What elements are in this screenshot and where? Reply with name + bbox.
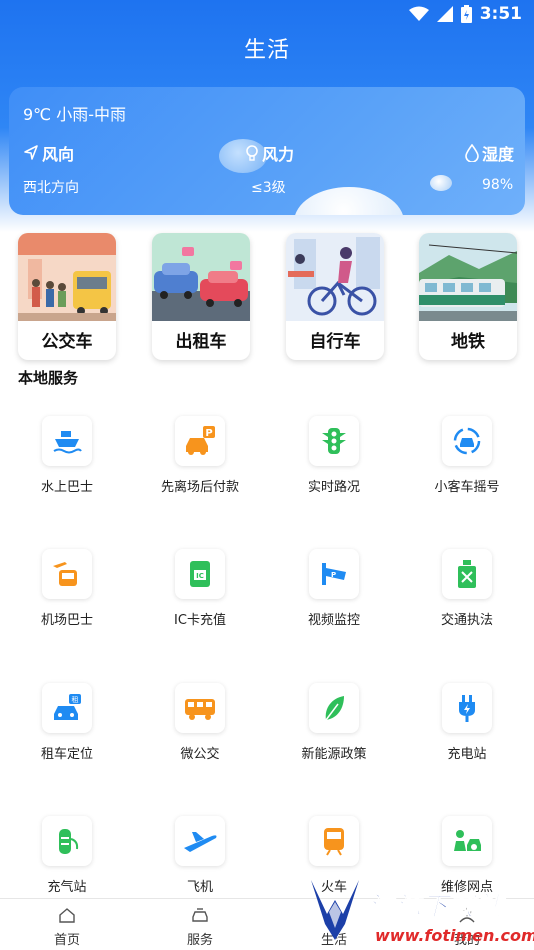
- service-label: 交通执法: [440, 613, 493, 628]
- camera-icon: P: [322, 563, 346, 585]
- service-item[interactable]: 新能源政策: [279, 683, 389, 762]
- service-item[interactable]: IC IC卡充值: [145, 549, 255, 628]
- service-label: 机场巴士: [40, 613, 93, 628]
- service-item[interactable]: 飞机: [145, 816, 255, 895]
- service-item[interactable]: 水上巴士: [12, 416, 122, 495]
- service-item[interactable]: 实时路况: [279, 416, 389, 495]
- ic-card-icon: IC: [190, 561, 210, 587]
- wind-power: 风力: [245, 141, 294, 165]
- service-label: IC卡充值: [174, 613, 226, 628]
- battery-icon: [460, 5, 472, 23]
- weather-card: 9℃ 小雨-中雨 风向 风力 湿度 西北方向 ≤3级 98%: [9, 87, 525, 215]
- service-label: 新能源政策: [301, 747, 367, 762]
- service-label: 先离场后付款: [160, 480, 239, 495]
- service-label: 充气站: [47, 880, 87, 895]
- water-drop-icon: [465, 144, 479, 162]
- decor-bubble: [430, 175, 452, 191]
- charging-plug-icon: [459, 695, 475, 722]
- service-car-icon: [192, 908, 208, 922]
- humidity-value: 98%: [482, 177, 514, 193]
- airplane-icon: [184, 832, 217, 852]
- svg-text:IC: IC: [196, 572, 204, 580]
- watermark-logo-icon: [311, 880, 359, 940]
- parking-car-icon: P: [186, 426, 215, 455]
- service-item[interactable]: P 视频监控: [279, 549, 389, 628]
- service-label: 实时路况: [307, 480, 360, 495]
- wind-direction-value: 西北方向: [23, 180, 79, 196]
- watermark-name: 清源下载站: [367, 892, 504, 923]
- service-label: 水上巴士: [40, 480, 93, 495]
- service-item[interactable]: 充气站: [12, 816, 122, 895]
- taxi-illustration: [152, 233, 250, 321]
- service-label: 充电站: [447, 747, 487, 762]
- tab-home[interactable]: 首页: [27, 905, 107, 948]
- bicycle-illustration: [286, 233, 384, 321]
- humidity-label: 湿度: [482, 145, 515, 164]
- train-icon: [324, 828, 344, 856]
- service-item[interactable]: 小客车摇号: [412, 416, 522, 495]
- service-label: 小客车摇号: [434, 480, 500, 495]
- card-bicycle-label: 自行车: [309, 332, 361, 352]
- card-taxi-label: 出租车: [175, 332, 227, 352]
- service-item[interactable]: 机场巴士: [12, 549, 122, 628]
- card-bus[interactable]: 公交车: [18, 233, 116, 360]
- wind-power-label: 风力: [262, 145, 295, 164]
- car-lottery-icon: [453, 427, 481, 455]
- home-icon: [59, 908, 75, 923]
- svg-text:P: P: [205, 428, 212, 439]
- service-label: 视频监控: [307, 613, 360, 628]
- subway-illustration: [419, 233, 517, 321]
- tab-service[interactable]: 服务: [160, 905, 240, 948]
- decor-bubble: [294, 187, 404, 215]
- bus-illustration: [18, 233, 116, 321]
- watermark: 清源下载站 www.fotimen.com: [305, 868, 534, 950]
- enforcement-icon: [458, 560, 476, 588]
- signal-icon: [436, 6, 453, 22]
- wind-direction-label: 风向: [42, 145, 75, 164]
- airport-bus-icon: [53, 562, 77, 586]
- wifi-icon: [408, 6, 429, 21]
- svg-text:P: P: [331, 571, 336, 579]
- tab-label: 服务: [186, 933, 213, 948]
- transport-cards: 公交车 出租车 自行车 地铁: [18, 233, 518, 363]
- service-item[interactable]: 微公交: [145, 683, 255, 762]
- status-time: 3:51: [479, 4, 522, 24]
- service-item[interactable]: 充电站: [412, 683, 522, 762]
- leaf-icon: [325, 696, 344, 721]
- navigation-arrow-icon: [24, 145, 38, 160]
- humidity: 湿度: [465, 141, 514, 165]
- wind-bulb-icon: [246, 145, 258, 161]
- service-label: 租车定位: [40, 747, 93, 762]
- status-bar: 3:51: [0, 0, 534, 30]
- card-taxi[interactable]: 出租车: [152, 233, 250, 360]
- card-subway[interactable]: 地铁: [419, 233, 517, 360]
- svg-text:租: 租: [72, 696, 79, 704]
- service-label: 飞机: [186, 880, 213, 895]
- wind-power-value: ≤3级: [251, 180, 286, 196]
- ferry-icon: [53, 431, 82, 454]
- rental-car-icon: 租: [54, 694, 81, 720]
- mini-bus-icon: [185, 699, 215, 720]
- card-bicycle[interactable]: 自行车: [286, 233, 384, 360]
- card-bus-label: 公交车: [41, 332, 93, 352]
- repair-icon: [454, 830, 481, 851]
- page-title: 生活: [243, 38, 290, 63]
- watermark-url: www.fotimen.com: [375, 926, 534, 945]
- weather-temperature: 9℃ 小雨-中雨: [23, 105, 127, 124]
- service-label: 微公交: [180, 747, 220, 762]
- gas-cylinder-icon: [59, 829, 79, 854]
- service-item[interactable]: 交通执法: [412, 549, 522, 628]
- section-title: 本地服务: [18, 369, 79, 387]
- wind-direction: 风向: [23, 141, 74, 165]
- traffic-light-icon: [322, 428, 346, 454]
- card-subway-label: 地铁: [451, 332, 485, 352]
- service-item[interactable]: 租 租车定位: [12, 683, 122, 762]
- service-item[interactable]: P 先离场后付款: [145, 416, 255, 495]
- tab-label: 首页: [53, 933, 80, 948]
